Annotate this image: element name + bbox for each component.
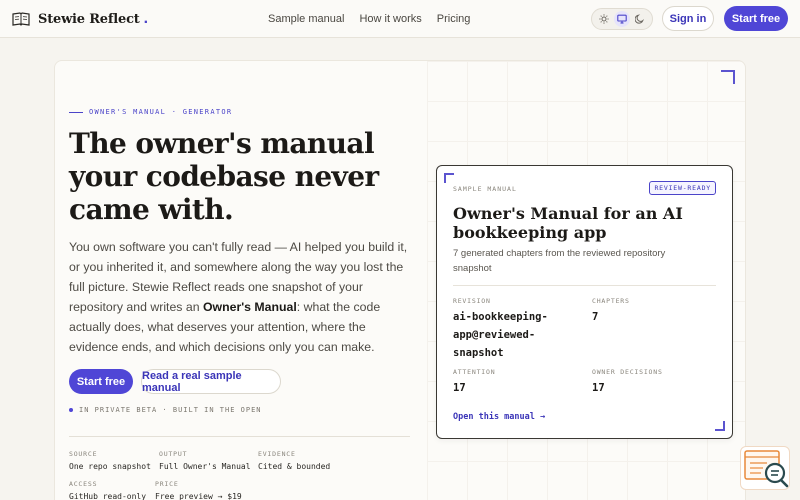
stat-value: ai-bookkeeping-app@reviewed-snapshot [453,311,548,359]
hero-headline: The owner's manual your codebase never c… [69,127,379,226]
card-title: Owner's Manual for an AI bookkeeping app [453,204,683,242]
status-dot [69,408,73,412]
card-divider [453,285,716,286]
theme-switcher [591,8,653,30]
fact-key: PRICE [155,480,179,488]
fact-evidence: EVIDENCE Cited & bounded [258,450,330,471]
card-corner-bottom-right [715,421,725,431]
stat-key: REVISION [453,297,491,305]
hero-description: You own software you can't fully read — … [69,237,414,357]
card-label: SAMPLE MANUAL [453,185,517,193]
stat-value: 17 [592,382,605,394]
fact-key: ACCESS [69,480,98,488]
theme-light-button[interactable] [596,11,612,27]
fact-output: OUTPUT Full Owner's Manual [159,450,251,471]
facts-divider [69,436,410,437]
open-book-icon [12,12,30,26]
fact-key: EVIDENCE [258,450,296,458]
fact-value: Full Owner's Manual [159,462,251,471]
help-widget-button[interactable] [740,446,790,490]
hero-start-free-button[interactable]: Start free [69,369,133,394]
sign-in-button[interactable]: Sign in [662,6,714,31]
theme-system-button[interactable] [614,11,630,27]
stat-value: 7 [592,311,599,323]
nav-pricing[interactable]: Pricing [437,13,471,25]
beta-note: IN PRIVATE BETA · BUILT IN THE OPEN [69,406,262,414]
brand-name: Stewie Reflect [38,11,140,27]
stat-value: 17 [453,382,466,394]
sample-manual-card[interactable]: SAMPLE MANUAL REVIEW-READY Owner's Manua… [436,165,733,439]
fact-access: ACCESS GitHub read-only [69,480,146,500]
fact-key: SOURCE [69,450,98,458]
brand-dot: . [143,10,149,27]
nav-how-it-works[interactable]: How it works [359,13,421,25]
card-corner-top-left [444,173,454,183]
stat-owner-decisions: OWNER DECISIONS 17 [592,368,663,397]
brand-logo-link[interactable]: Stewie Reflect . [12,10,148,28]
stat-key: OWNER DECISIONS [592,368,663,376]
moon-icon [635,14,644,24]
card-subtitle: 7 generated chapters from the reviewed r… [453,248,666,274]
fact-price: PRICE Free preview → $19 [155,480,242,500]
main-nav: Sample manual How it works Pricing [268,13,470,25]
lede-bold: Owner's Manual [202,300,297,314]
eyebrow-line [69,111,83,113]
fact-value: Cited & bounded [258,462,331,471]
monitor-icon [617,14,627,24]
stat-chapters: CHAPTERS 7 [592,297,630,326]
eyebrow-text: OWNER'S MANUAL · GENERATOR [89,108,233,116]
fact-value: Free preview → $19 [155,492,242,500]
sun-icon [599,14,609,24]
stat-key: ATTENTION [453,368,496,376]
stat-attention: ATTENTION 17 [453,368,495,397]
fact-source: SOURCE One repo snapshot [69,450,151,471]
beta-note-text: IN PRIVATE BETA · BUILT IN THE OPEN [79,406,262,414]
header-start-free-button[interactable]: Start free [724,6,788,31]
open-manual-link[interactable]: Open this manual → [453,412,545,422]
stat-revision: REVISION ai-bookkeeping-app@reviewed-sna… [453,297,583,362]
hero-eyebrow: OWNER'S MANUAL · GENERATOR [69,108,232,116]
fact-value: GitHub read-only [69,492,147,500]
fact-key: OUTPUT [159,450,188,458]
hero-panel: OWNER'S MANUAL · GENERATOR The owner's m… [54,60,746,500]
theme-dark-button[interactable] [632,11,648,27]
read-sample-manual-button[interactable]: Read a real sample manual [141,369,281,394]
review-ready-badge: REVIEW-READY [649,181,716,195]
stat-key: CHAPTERS [592,297,630,305]
top-navigation-bar: Stewie Reflect . Sample manual How it wo… [0,0,800,38]
document-search-icon [744,450,789,488]
nav-sample-manual[interactable]: Sample manual [268,13,344,25]
corner-bracket-decoration [721,70,735,84]
fact-value: One repo snapshot [69,462,151,471]
